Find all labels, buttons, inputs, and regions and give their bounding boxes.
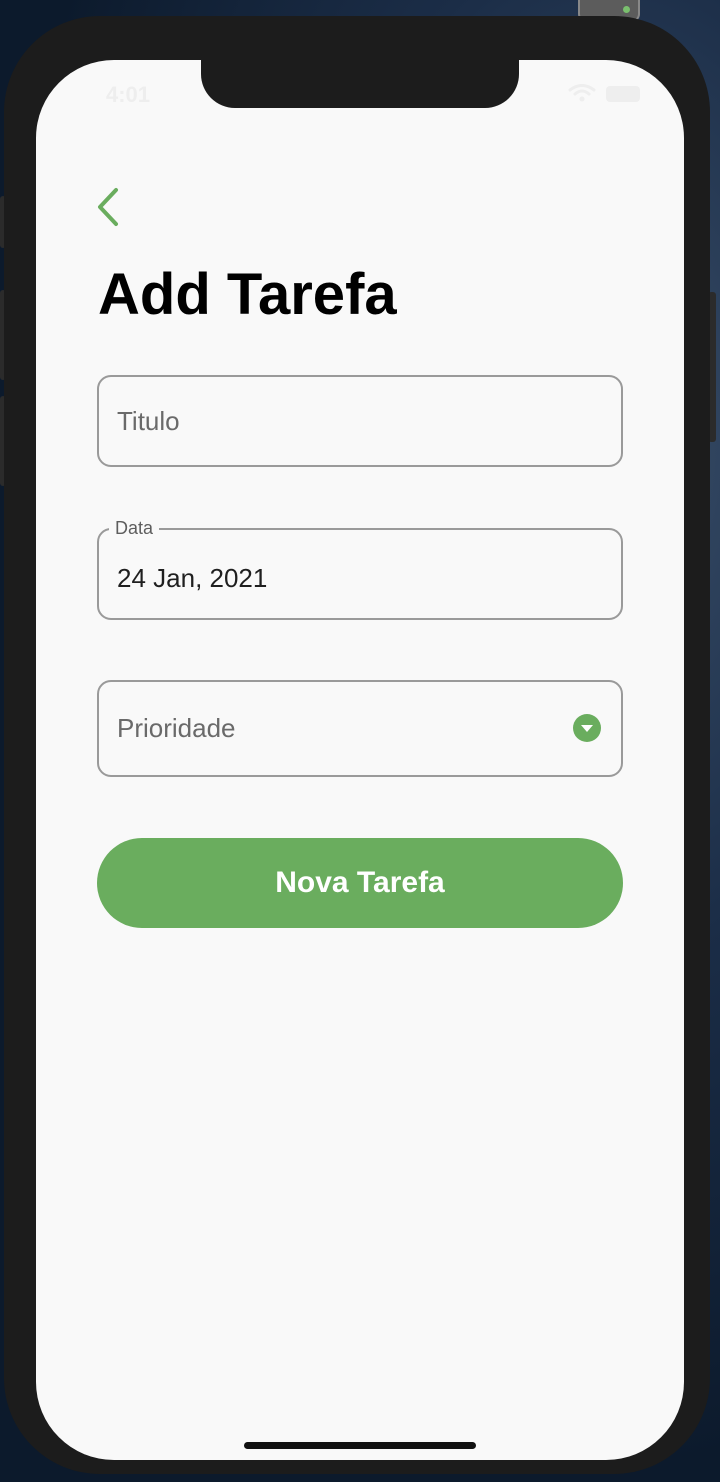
titulo-field: [97, 375, 623, 467]
titulo-input[interactable]: [117, 377, 587, 465]
data-label: Data: [109, 516, 160, 540]
data-input[interactable]: [117, 538, 587, 618]
nova-tarefa-button[interactable]: Nova Tarefa: [97, 838, 623, 928]
phone-frame: 4:01 Add Tarefa Data Prioridade Nova Tar…: [4, 16, 710, 1474]
data-field: Data: [97, 516, 623, 620]
notch: [201, 60, 519, 108]
prioridade-placeholder: Prioridade: [117, 713, 236, 743]
battery-icon: [606, 86, 640, 102]
page-title: Add Tarefa: [98, 262, 397, 327]
prioridade-select[interactable]: Prioridade: [97, 680, 623, 777]
status-time: 4:01: [106, 82, 151, 107]
wifi-icon: [568, 84, 596, 102]
back-button[interactable]: [88, 180, 128, 228]
app-screen: 4:01 Add Tarefa Data Prioridade Nova Tar…: [36, 60, 684, 1460]
chevron-left-icon: [98, 188, 118, 226]
home-indicator: [244, 1442, 476, 1449]
dropdown-arrow-icon[interactable]: [573, 714, 601, 742]
camera-indicator: [623, 6, 630, 13]
